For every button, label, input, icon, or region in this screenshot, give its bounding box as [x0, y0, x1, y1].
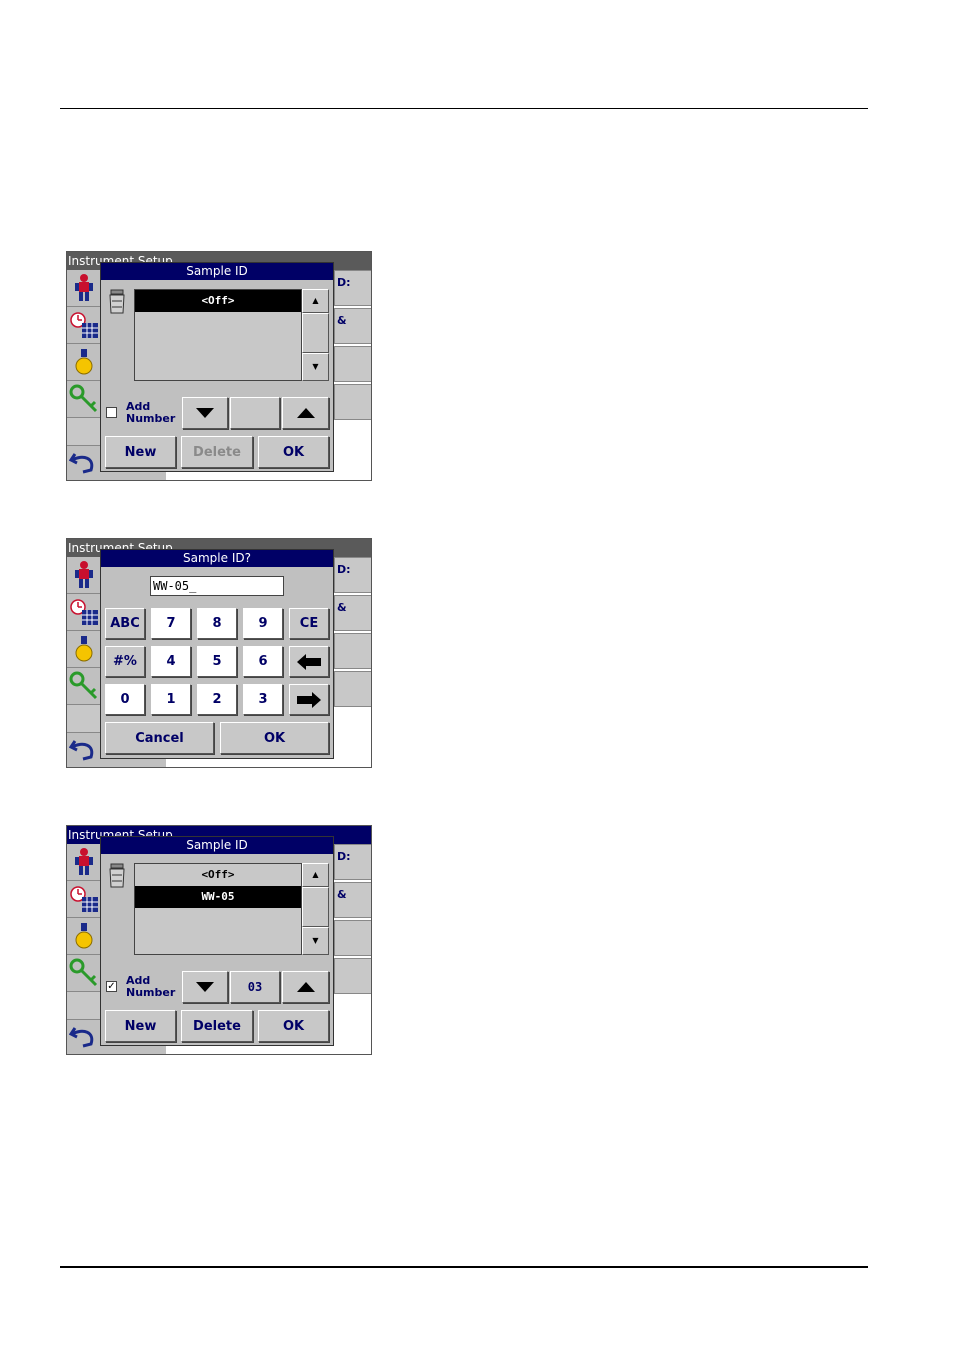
sample-id-dialog: Sample ID <Off> WW-05 ▲ ▼ ✓ Add Number 0…	[100, 836, 334, 1046]
list-item-selected[interactable]: <Off>	[135, 290, 301, 312]
right-button-3[interactable]	[334, 920, 371, 956]
key-0[interactable]: 0	[105, 684, 145, 715]
right-button-4[interactable]	[334, 671, 371, 707]
key-icon[interactable]	[67, 955, 100, 992]
increment-button[interactable]	[282, 397, 329, 429]
back-arrow-icon	[69, 740, 94, 761]
key-icon[interactable]	[67, 381, 100, 418]
right-button-column: D: &	[334, 557, 371, 713]
screen-sample-id-keypad: Instrument Setup D: & Sample ID? WW-05_ …	[66, 538, 372, 768]
scroll-up-button[interactable]: ▲	[302, 863, 329, 887]
date-time-icon[interactable]	[67, 594, 100, 631]
right-button-column: D: &	[334, 844, 371, 1000]
scroll-thumb[interactable]	[302, 313, 329, 353]
back-arrow-icon	[69, 453, 94, 474]
ok-button[interactable]: OK	[258, 1010, 329, 1042]
back-arrow-icon	[69, 1027, 94, 1048]
key-2[interactable]: 2	[197, 684, 237, 715]
sample-id-dialog: Sample ID <Off> ▲ ▼ Add Number New Delet…	[100, 262, 334, 472]
sample-bottle-icon	[109, 289, 125, 314]
add-label-line2: Number	[126, 986, 176, 999]
add-number-checkbox[interactable]	[106, 407, 117, 418]
right-button-column: D: &	[334, 270, 371, 426]
lamp-icon[interactable]	[67, 344, 100, 381]
right-button-2[interactable]: &	[334, 882, 371, 918]
ok-button[interactable]: OK	[220, 722, 329, 754]
key-9[interactable]: 9	[243, 608, 283, 639]
key-8[interactable]: 8	[197, 608, 237, 639]
arrow-left-icon	[297, 653, 321, 670]
scroll-down-button[interactable]: ▼	[302, 927, 329, 955]
scrollbar[interactable]: ▲ ▼	[302, 863, 329, 955]
right-button-4[interactable]	[334, 384, 371, 420]
key-abc[interactable]: ABC	[105, 608, 145, 639]
delete-button[interactable]: Delete	[181, 436, 253, 468]
add-label-line2: Number	[126, 412, 176, 425]
key-1[interactable]: 1	[151, 684, 191, 715]
up-triangle-icon	[296, 408, 315, 418]
key-5[interactable]: 5	[197, 646, 237, 677]
screen-sample-id-list-added: Instrument Setup D: & Sample ID <Off> WW…	[66, 825, 372, 1055]
date-time-icon[interactable]	[67, 307, 100, 344]
counter-display: 03	[230, 971, 280, 1003]
right-button-3[interactable]	[334, 633, 371, 669]
sample-bottle-icon	[109, 863, 125, 888]
key-symbols[interactable]: #%	[105, 646, 145, 677]
decrement-button[interactable]	[182, 397, 228, 429]
key-icon[interactable]	[67, 668, 100, 705]
operator-icon[interactable]	[67, 270, 100, 307]
scroll-thumb[interactable]	[302, 887, 329, 927]
sample-id-list[interactable]: <Off> WW-05	[134, 863, 302, 955]
operator-icon[interactable]	[67, 844, 100, 881]
right-button-2[interactable]: &	[334, 595, 371, 631]
add-number-label: Add Number	[126, 401, 175, 425]
ok-button[interactable]: OK	[258, 436, 329, 468]
screen-sample-id-list: Instrument Setup D: & Sample ID <Off> ▲	[66, 251, 372, 481]
down-triangle-icon	[196, 408, 214, 418]
sample-id-list[interactable]: <Off>	[134, 289, 302, 381]
dialog-title: Sample ID	[101, 837, 333, 854]
increment-button[interactable]	[282, 971, 329, 1003]
key-ce[interactable]: CE	[289, 608, 329, 639]
operator-icon[interactable]	[67, 557, 100, 594]
add-number-label: Add Number	[126, 975, 175, 999]
key-7[interactable]: 7	[151, 608, 191, 639]
right-button-1[interactable]: D:	[334, 270, 371, 306]
key-backspace[interactable]	[289, 646, 329, 677]
key-6[interactable]: 6	[243, 646, 283, 677]
right-button-1[interactable]: D:	[334, 557, 371, 593]
date-time-icon[interactable]	[67, 881, 100, 918]
scroll-up-button[interactable]: ▲	[302, 289, 329, 313]
arrow-right-icon	[297, 691, 321, 708]
dialog-title: Sample ID?	[101, 550, 333, 567]
scroll-down-button[interactable]: ▼	[302, 353, 329, 381]
down-triangle-icon	[196, 982, 214, 992]
sample-id-input[interactable]: WW-05_	[150, 576, 284, 596]
cancel-button[interactable]: Cancel	[105, 722, 214, 754]
lamp-icon[interactable]	[67, 631, 100, 668]
list-item-selected[interactable]: WW-05	[135, 886, 301, 908]
delete-button[interactable]: Delete	[181, 1010, 253, 1042]
key-3[interactable]: 3	[243, 684, 283, 715]
right-button-1[interactable]: D:	[334, 844, 371, 880]
sample-id-input-dialog: Sample ID? WW-05_ ABC 7 8 9 CE #% 4 5 6 …	[100, 549, 334, 759]
list-item[interactable]: <Off>	[135, 864, 301, 886]
dialog-title: Sample ID	[101, 263, 333, 280]
decrement-button[interactable]	[182, 971, 228, 1003]
scrollbar[interactable]: ▲ ▼	[302, 289, 329, 381]
key-4[interactable]: 4	[151, 646, 191, 677]
lamp-icon[interactable]	[67, 918, 100, 955]
footer-rule	[60, 1266, 868, 1268]
counter-display	[230, 397, 280, 429]
up-triangle-icon	[296, 982, 315, 992]
key-cursor-right[interactable]	[289, 684, 329, 715]
right-button-3[interactable]	[334, 346, 371, 382]
header-rule	[60, 108, 868, 109]
right-button-2[interactable]: &	[334, 308, 371, 344]
right-button-4[interactable]	[334, 958, 371, 994]
new-button[interactable]: New	[105, 436, 176, 468]
add-number-checkbox[interactable]: ✓	[106, 981, 117, 992]
new-button[interactable]: New	[105, 1010, 176, 1042]
